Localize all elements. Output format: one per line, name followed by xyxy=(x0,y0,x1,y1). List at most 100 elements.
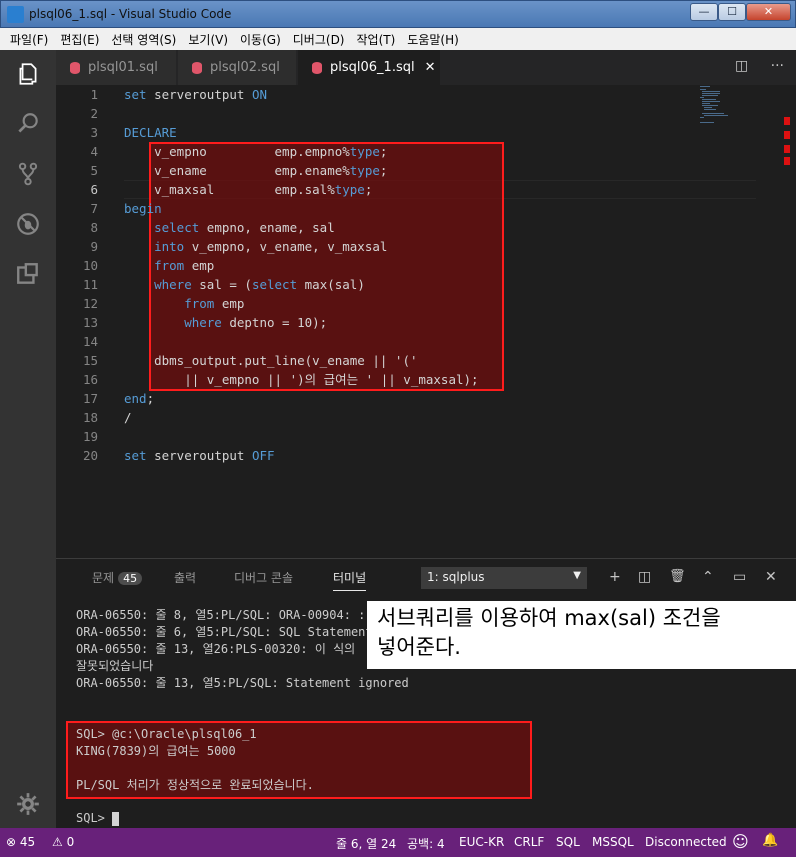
tab-plsql01[interactable]: plsql01.sql xyxy=(56,50,176,85)
code-line[interactable]: 2 xyxy=(56,104,756,123)
code-line[interactable]: 13 where deptno = 10); xyxy=(56,313,756,332)
code-line[interactable]: 7 begin xyxy=(56,199,756,218)
code-line[interactable]: 1 set serveroutput ON xyxy=(56,85,756,104)
database-type[interactable]: MSSQL xyxy=(592,835,634,849)
terminal-line: ORA-06550: 줄 13, 열26:PLS-00320: 이 식의 xyxy=(76,642,356,656)
terminal-prompt[interactable]: SQL> xyxy=(76,810,120,827)
minimap[interactable] xyxy=(698,85,738,125)
line-number: 18 xyxy=(82,410,98,425)
menu-file[interactable]: 파일(F) xyxy=(10,31,48,48)
menu-go[interactable]: 이동(G) xyxy=(240,31,281,48)
code-line[interactable]: 20 set serveroutput OFF xyxy=(56,446,756,465)
tab-plsql02[interactable]: plsql02.sql xyxy=(178,50,296,85)
language-mode[interactable]: SQL xyxy=(556,835,580,849)
files-icon[interactable] xyxy=(14,60,42,88)
menu-edit[interactable]: 편집(E) xyxy=(60,31,99,48)
connection-status[interactable]: Disconnected xyxy=(645,835,727,849)
kill-terminal-icon[interactable]: 🗑 xyxy=(669,569,686,584)
encoding[interactable]: EUC-KR xyxy=(459,835,504,849)
terminal-result-line: PL/SQL 처리가 정상적으로 완료되었습니다. xyxy=(76,778,314,792)
code-line[interactable]: 9 into v_empno, v_ename, v_maxsal xyxy=(56,237,756,256)
code-line[interactable]: 18 / xyxy=(56,408,756,427)
menu-tasks[interactable]: 작업(T) xyxy=(357,31,396,48)
code-line[interactable]: 17 end; xyxy=(56,389,756,408)
close-panel-icon[interactable]: ✕ xyxy=(765,569,777,585)
annotation-callout: 서브쿼리를 이용하여 max(sal) 조건을 넣어준다. xyxy=(367,601,796,669)
error-marker xyxy=(784,131,790,139)
new-terminal-icon[interactable]: + xyxy=(609,569,621,585)
callout-line: 넣어준다. xyxy=(377,635,461,659)
keyword-token: select xyxy=(124,220,207,235)
code-text: begin xyxy=(124,199,162,218)
split-terminal-icon[interactable]: ◫ xyxy=(638,569,651,585)
line-number: 5 xyxy=(90,163,98,178)
menu-selection[interactable]: 선택 영역(S) xyxy=(111,31,176,48)
panel-tab-terminal[interactable]: 터미널 xyxy=(333,569,367,591)
keyword-token: DECLARE xyxy=(124,125,177,140)
panel-tab-problems[interactable]: 문제 45 xyxy=(92,569,143,586)
code-editor[interactable]: 1 set serveroutput ON 2 3 DECLARE 4 v_empno e… xyxy=(56,85,796,555)
database-icon xyxy=(312,61,322,74)
code-text: v_maxsal emp.sal%type; xyxy=(124,180,372,199)
end-of-line[interactable]: CRLF xyxy=(514,835,544,849)
errors-count[interactable]: ⊗ 45 xyxy=(6,835,35,849)
notifications-bell-icon[interactable]: 🔔 xyxy=(762,833,778,848)
code-line[interactable]: 3 DECLARE xyxy=(56,123,756,142)
terminal-select[interactable]: 1: sqlplus ▼ xyxy=(421,567,587,589)
keyword-token: set xyxy=(124,87,155,102)
debug-icon[interactable] xyxy=(14,210,42,238)
warnings-count[interactable]: ⚠ 0 xyxy=(52,835,74,849)
line-number: 11 xyxy=(82,277,98,292)
settings-gear-icon[interactable] xyxy=(14,790,42,818)
keyword-token: begin xyxy=(124,201,162,216)
code-line[interactable]: 8 select empno, ename, sal xyxy=(56,218,756,237)
code-text: from emp xyxy=(124,294,244,313)
code-line[interactable]: 11 where sal = (select max(sal) xyxy=(56,275,756,294)
panel-tab-debug-console[interactable]: 디버그 콘솔 xyxy=(234,569,293,586)
feedback-smiley-icon[interactable]: ☺ xyxy=(732,832,749,851)
code-line[interactable]: 12 from emp xyxy=(56,294,756,313)
code-line[interactable]: 6 v_maxsal emp.sal%type; xyxy=(56,180,756,199)
menu-view[interactable]: 보기(V) xyxy=(188,31,228,48)
text-token: / xyxy=(124,410,132,425)
keyword-token: into xyxy=(124,239,192,254)
maximize-button[interactable]: ☐ xyxy=(718,3,746,21)
line-number: 13 xyxy=(82,315,98,330)
code-line[interactable]: 4 v_empno emp.empno%type; xyxy=(56,142,756,161)
toggle-panel-icon[interactable]: ▭ xyxy=(733,569,746,585)
code-text: into v_empno, v_ename, v_maxsal xyxy=(124,237,387,256)
source-control-icon[interactable] xyxy=(14,160,42,188)
code-line[interactable]: 19 xyxy=(56,427,756,446)
code-line[interactable]: 10 from emp xyxy=(56,256,756,275)
tab-plsql06-1[interactable]: plsql06_1.sql ✕ xyxy=(298,50,440,85)
menu-help[interactable]: 도움말(H) xyxy=(407,31,459,48)
code-line[interactable]: 16 || v_empno || ')의 급여는 ' || v_maxsal); xyxy=(56,370,756,389)
cursor-position[interactable]: 줄 6, 열 24 xyxy=(336,835,396,852)
indentation[interactable]: 공백: 4 xyxy=(407,835,445,852)
code-text: select empno, ename, sal xyxy=(124,218,335,237)
editor-scrollbar[interactable] xyxy=(782,85,796,555)
text-token: serveroutput xyxy=(154,87,252,102)
editor-actions: ◫ ··· xyxy=(735,58,784,74)
split-editor-icon[interactable]: ◫ xyxy=(735,58,748,74)
minimize-button[interactable]: — xyxy=(690,3,718,21)
menu-debug[interactable]: 디버그(D) xyxy=(293,31,345,48)
error-marker xyxy=(784,157,790,165)
code-line[interactable]: 15 dbms_output.put_line(v_ename || '(' xyxy=(56,351,756,370)
code-line[interactable]: 14 xyxy=(56,332,756,351)
panel-tab-output[interactable]: 출력 xyxy=(174,569,196,586)
line-number: 19 xyxy=(82,429,98,444)
more-actions-icon[interactable]: ··· xyxy=(771,58,784,74)
editor-tab-bar: plsql01.sql plsql02.sql plsql06_1.sql ✕ … xyxy=(56,50,796,85)
search-icon[interactable] xyxy=(14,110,42,138)
terminal-line: ORA-06550: 줄 13, 열5:PL/SQL: Statement ig… xyxy=(76,676,409,690)
text-token: dbms_output.put_line(v_ename || '(' xyxy=(124,353,418,368)
line-number: 3 xyxy=(90,125,98,140)
close-window-button[interactable]: ✕ xyxy=(746,3,791,21)
extensions-icon[interactable] xyxy=(14,260,42,288)
maximize-panel-icon[interactable]: ⌃ xyxy=(702,569,714,585)
code-line[interactable]: 5 v_ename emp.ename%type; xyxy=(56,161,756,180)
close-tab-icon[interactable]: ✕ xyxy=(425,60,436,75)
line-number: 1 xyxy=(90,87,98,102)
keyword-token: select xyxy=(251,277,305,292)
